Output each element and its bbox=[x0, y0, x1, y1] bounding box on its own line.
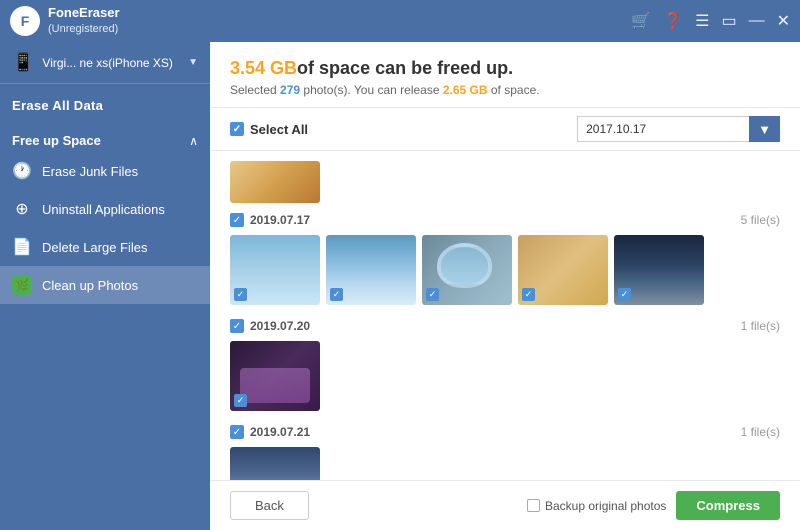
free-up-title: Free up Space bbox=[12, 133, 101, 148]
toolbar: ✓ Select All ▼ bbox=[210, 108, 800, 151]
device-selector[interactable]: 📱 Virgi... ne xs(iPhone XS) ▼ bbox=[0, 42, 210, 84]
photo-grid-3: ✓ bbox=[230, 447, 780, 480]
erase-section-title: Erase All Data bbox=[0, 84, 210, 121]
display-icon[interactable]: ▭ bbox=[721, 11, 736, 31]
content-header: 3.54 GBof space can be freed up. Selecte… bbox=[210, 42, 800, 108]
close-button[interactable]: ✕ bbox=[777, 11, 790, 31]
thumb-checkbox[interactable]: ✓ bbox=[330, 288, 343, 301]
date-filter-button[interactable]: ▼ bbox=[749, 116, 780, 142]
date-filter: ▼ bbox=[577, 116, 780, 142]
partial-group bbox=[230, 161, 780, 203]
sidebar-item-label: Clean up Photos bbox=[42, 278, 138, 293]
date-group-header-1: ✓ 2019.07.17 5 file(s) bbox=[230, 213, 780, 227]
device-name: Virgi... ne xs(iPhone XS) bbox=[42, 56, 180, 70]
sub-text-2: photo(s). You can release bbox=[300, 83, 443, 97]
sidebar-item-label: Uninstall Applications bbox=[42, 202, 165, 217]
file-count-1: 5 file(s) bbox=[741, 213, 780, 227]
clock-icon: 🕐 bbox=[12, 161, 32, 181]
free-up-header: Free up Space ∧ bbox=[0, 121, 210, 152]
chevron-down-icon: ▼ bbox=[188, 57, 198, 68]
sidebar-item-erase-junk[interactable]: 🕐 Erase Junk Files bbox=[0, 152, 210, 190]
menu-icon[interactable]: ☰ bbox=[695, 11, 709, 31]
gb-value: 3.54 GB bbox=[230, 58, 297, 78]
date-group-left-1: ✓ 2019.07.17 bbox=[230, 213, 310, 227]
date-group-left-3: ✓ 2019.07.21 bbox=[230, 425, 310, 439]
select-all-checkbox[interactable]: ✓ bbox=[230, 122, 244, 136]
date-group-1: ✓ 2019.07.17 5 file(s) ✓ ✓ bbox=[230, 213, 780, 305]
thumb-checkbox[interactable]: ✓ bbox=[234, 394, 247, 407]
thumb-checkbox[interactable]: ✓ bbox=[426, 288, 439, 301]
thumb-checkbox[interactable]: ✓ bbox=[618, 288, 631, 301]
photo-thumb[interactable]: ✓ bbox=[230, 341, 320, 411]
photo-thumb[interactable]: ✓ bbox=[230, 447, 320, 480]
group-checkbox-3[interactable]: ✓ bbox=[230, 425, 244, 439]
space-freed-text: 3.54 GBof space can be freed up. bbox=[230, 58, 780, 79]
app-logo: F bbox=[10, 6, 40, 36]
photo-thumb[interactable]: ✓ bbox=[326, 235, 416, 305]
photo-grid-2: ✓ bbox=[230, 341, 780, 411]
date-label-1: 2019.07.17 bbox=[250, 213, 310, 227]
file-count-2: 1 file(s) bbox=[741, 319, 780, 333]
partial-thumb bbox=[230, 161, 320, 203]
date-label-3: 2019.07.21 bbox=[250, 425, 310, 439]
sidebar-item-delete-large[interactable]: 📄 Delete Large Files bbox=[0, 228, 210, 266]
date-group-header-3: ✓ 2019.07.21 1 file(s) bbox=[230, 425, 780, 439]
info-icon[interactable]: ❓ bbox=[663, 11, 683, 31]
title-bar-right: 🛒 ❓ ☰ ▭ — ✕ bbox=[631, 11, 790, 31]
date-group-left-2: ✓ 2019.07.20 bbox=[230, 319, 310, 333]
thumb-checkbox[interactable]: ✓ bbox=[234, 288, 247, 301]
sidebar-item-uninstall-apps[interactable]: ⊕ Uninstall Applications bbox=[0, 190, 210, 228]
app-name: FoneEraser bbox=[48, 5, 120, 22]
photo-thumb[interactable]: ✓ bbox=[518, 235, 608, 305]
photos-area[interactable]: ✓ 2019.07.17 5 file(s) ✓ ✓ bbox=[210, 151, 800, 480]
thumb-checkbox[interactable]: ✓ bbox=[522, 288, 535, 301]
date-group-2: ✓ 2019.07.20 1 file(s) ✓ bbox=[230, 319, 780, 411]
app-title: FoneEraser (Unregistered) bbox=[48, 5, 120, 36]
file-icon: 📄 bbox=[12, 237, 32, 257]
footer-right: Backup original photos Compress bbox=[527, 491, 780, 520]
photo-thumb[interactable]: ✓ bbox=[422, 235, 512, 305]
group-checkbox-1[interactable]: ✓ bbox=[230, 213, 244, 227]
backup-label: Backup original photos bbox=[527, 499, 666, 513]
sidebar-item-clean-photos[interactable]: 🌿 Clean up Photos bbox=[0, 266, 210, 304]
photo-count: 279 bbox=[280, 83, 300, 97]
date-group-3: ✓ 2019.07.21 1 file(s) ✓ bbox=[230, 425, 780, 480]
compress-button[interactable]: Compress bbox=[676, 491, 780, 520]
photo-thumb[interactable]: ✓ bbox=[614, 235, 704, 305]
sidebar-item-label: Delete Large Files bbox=[42, 240, 148, 255]
backup-text: Backup original photos bbox=[545, 499, 666, 513]
date-group-header-2: ✓ 2019.07.20 1 file(s) bbox=[230, 319, 780, 333]
select-all-label: Select All bbox=[250, 122, 308, 137]
photo-grid-1: ✓ ✓ ✓ ✓ bbox=[230, 235, 780, 305]
title-bar: F FoneEraser (Unregistered) 🛒 ❓ ☰ ▭ — ✕ bbox=[0, 0, 800, 42]
cart-icon[interactable]: 🛒 bbox=[631, 11, 651, 31]
sidebar: 📱 Virgi... ne xs(iPhone XS) ▼ Erase All … bbox=[0, 42, 210, 530]
uninstall-icon: ⊕ bbox=[12, 199, 32, 219]
sub-text-3: of space. bbox=[488, 83, 540, 97]
file-count-3: 1 file(s) bbox=[741, 425, 780, 439]
title-bar-left: F FoneEraser (Unregistered) bbox=[10, 5, 120, 36]
date-label-2: 2019.07.20 bbox=[250, 319, 310, 333]
sidebar-item-label: Erase Junk Files bbox=[42, 164, 138, 179]
device-icon: 📱 bbox=[12, 52, 34, 73]
backup-checkbox[interactable] bbox=[527, 499, 540, 512]
space-text: of space can be freed up. bbox=[297, 58, 513, 78]
minimize-button[interactable]: — bbox=[749, 12, 765, 30]
main-content: 3.54 GBof space can be freed up. Selecte… bbox=[210, 42, 800, 530]
main-layout: 📱 Virgi... ne xs(iPhone XS) ▼ Erase All … bbox=[0, 42, 800, 530]
select-all-container[interactable]: ✓ Select All bbox=[230, 122, 308, 137]
header-sub-text: Selected 279 photo(s). You can release 2… bbox=[230, 83, 780, 97]
photos-icon: 🌿 bbox=[12, 275, 32, 295]
app-status: (Unregistered) bbox=[48, 22, 120, 36]
content-footer: Back Backup original photos Compress bbox=[210, 480, 800, 530]
photo-thumb[interactable]: ✓ bbox=[230, 235, 320, 305]
group-checkbox-2[interactable]: ✓ bbox=[230, 319, 244, 333]
sub-text-1: Selected bbox=[230, 83, 280, 97]
release-size: 2.65 GB bbox=[443, 83, 488, 97]
back-button[interactable]: Back bbox=[230, 491, 309, 520]
free-up-chevron-icon: ∧ bbox=[189, 134, 198, 148]
date-input[interactable] bbox=[577, 116, 749, 142]
